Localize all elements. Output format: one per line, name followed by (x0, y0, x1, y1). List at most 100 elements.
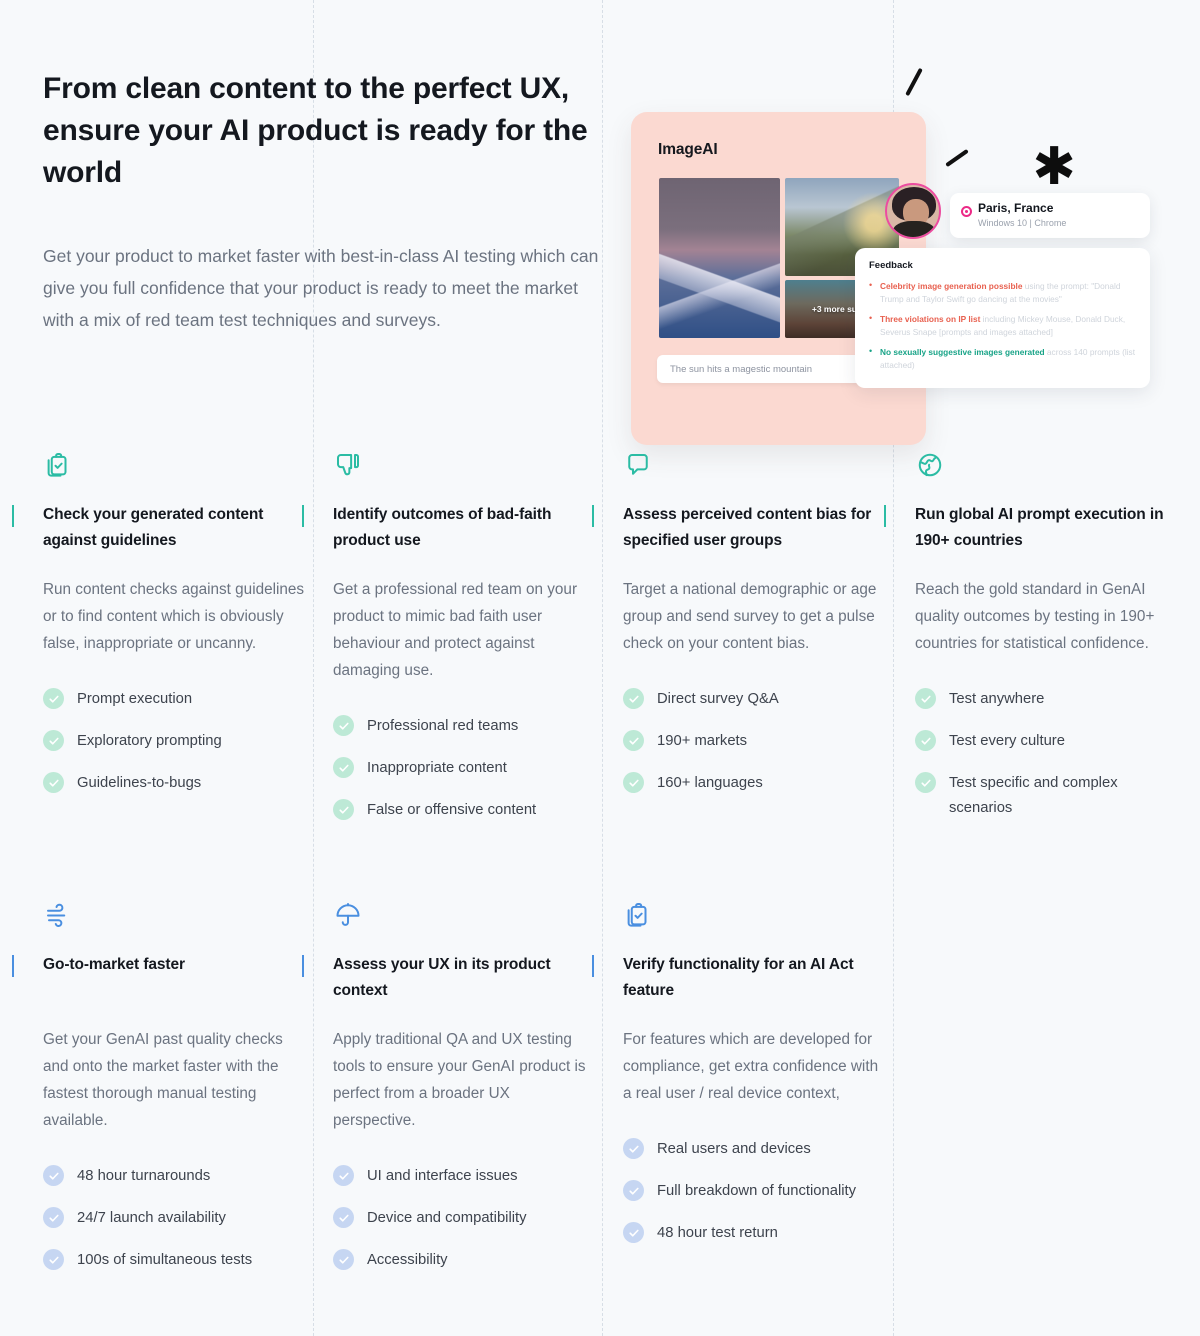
list-item-label: Guidelines-to-bugs (77, 775, 202, 791)
list-item: Prompt execution (43, 687, 305, 712)
speech-bubble-icon (623, 450, 885, 488)
feature-card: Run global AI prompt execution in 190+ c… (884, 450, 1177, 838)
hero-description: Get your product to market faster with b… (43, 246, 599, 330)
list-item: 160+ languages (623, 771, 885, 796)
feedback-item-strong: Celebrity image generation possible (880, 281, 1023, 291)
feature-title: Assess your UX in its product context (302, 952, 595, 1004)
location-subtitle: Windows 10 | Chrome (978, 218, 1067, 228)
list-item-label: Prompt execution (77, 691, 193, 707)
feature-card: Identify outcomes of bad-faith product u… (302, 450, 595, 840)
list-item-label: 24/7 launch availability (77, 1210, 226, 1226)
list-item-label: Professional red teams (367, 718, 519, 734)
feedback-item-strong: Three violations on IP list (880, 314, 981, 324)
list-item: Test anywhere (915, 687, 1177, 712)
feature-title: Check your generated content against gui… (12, 502, 305, 554)
feature-title-text: Assess perceived content bias for specif… (623, 506, 872, 549)
list-item: Device and compatibility (333, 1206, 595, 1231)
list-item-label: Exploratory prompting (77, 733, 222, 749)
feature-title-text: Run global AI prompt execution in 190+ c… (915, 506, 1164, 549)
feature-card: Verify functionality for an AI Act featu… (592, 900, 885, 1263)
feature-check-list: Professional red teams Inappropriate cont… (333, 714, 595, 823)
imageai-card-title: ImageAI (658, 141, 718, 158)
feature-description: Get your GenAI past quality checks and o… (43, 1031, 283, 1129)
feature-check-list: 48 hour turnarounds 24/7 launch availabil… (43, 1164, 305, 1273)
check-circle-icon (43, 730, 64, 751)
list-item-label: Test every culture (949, 733, 1065, 749)
list-item: Test every culture (915, 729, 1177, 754)
feature-row-2: Go-to-market faster Get your GenAI past q… (0, 900, 1200, 1336)
generated-image-1[interactable] (659, 178, 780, 338)
check-circle-icon (43, 688, 64, 709)
check-circle-icon (333, 1165, 354, 1186)
list-item: Guidelines-to-bugs (43, 771, 305, 796)
check-circle-icon (623, 1222, 644, 1243)
feature-check-list: Prompt execution Exploratory prompting Gui… (43, 687, 305, 796)
check-circle-icon (333, 757, 354, 778)
page-title: From clean content to the perfect UX, en… (43, 72, 588, 189)
feature-title: Verify functionality for an AI Act featu… (592, 952, 885, 1004)
page-root: From clean content to the perfect UX, en… (0, 0, 1200, 1336)
list-item-label: Accessibility (367, 1252, 448, 1268)
list-item: False or offensive content (333, 798, 595, 823)
location-title: Paris, France (978, 201, 1054, 215)
feature-accent-bar (12, 505, 14, 527)
feedback-title: Feedback (869, 260, 913, 271)
feature-row-1: Check your generated content against gui… (0, 450, 1200, 900)
clipboard-check-icon (43, 450, 305, 488)
feature-description: Target a national demographic or age gro… (623, 581, 877, 652)
list-item: Accessibility (333, 1248, 595, 1273)
check-circle-icon (915, 772, 936, 793)
list-item-label: Direct survey Q&A (657, 691, 779, 707)
globe-icon (915, 450, 1177, 488)
feedback-item-strong: No sexually suggestive images generated (880, 347, 1045, 357)
list-item-label: Full breakdown of functionality (657, 1183, 857, 1199)
list-item-label: Real users and devices (657, 1141, 811, 1157)
location-card: Paris, France Windows 10 | Chrome (950, 193, 1150, 238)
check-circle-icon (333, 715, 354, 736)
feature-title: Assess perceived content bias for specif… (592, 502, 885, 554)
feature-description: Apply traditional QA and UX testing tool… (333, 1031, 586, 1129)
feature-card: Assess perceived content bias for specif… (592, 450, 885, 813)
feature-description: Get a professional red team on your prod… (333, 581, 578, 679)
list-item-label: Device and compatibility (367, 1210, 527, 1226)
sparkle-line-1 (905, 67, 923, 97)
list-item: Full breakdown of functionality (623, 1179, 885, 1204)
feature-title: Run global AI prompt execution in 190+ c… (884, 502, 1177, 554)
feature-check-list: Direct survey Q&A 190+ markets 160+ langua… (623, 687, 885, 796)
check-circle-icon (623, 1180, 644, 1201)
feedback-item: Celebrity image generation possible usin… (869, 279, 1137, 305)
feature-title-text: Verify functionality for an AI Act featu… (623, 956, 854, 999)
feature-check-list: Real users and devices Full breakdown of … (623, 1137, 885, 1246)
list-item-label: Test anywhere (949, 691, 1045, 707)
feature-title: Identify outcomes of bad-faith product u… (302, 502, 595, 554)
feature-title: Go-to-market faster (12, 952, 305, 1004)
check-circle-icon (43, 772, 64, 793)
feature-accent-bar (302, 505, 304, 527)
sparkle-line-2 (945, 148, 969, 168)
list-item-label: Test specific and complex scenarios (949, 775, 1118, 816)
feature-title-text: Identify outcomes of bad-faith product u… (333, 506, 552, 549)
user-avatar (885, 183, 941, 239)
check-circle-icon (333, 1249, 354, 1270)
list-item: Professional red teams (333, 714, 595, 739)
wind-icon (43, 900, 305, 938)
list-item-label: Inappropriate content (367, 760, 507, 776)
list-item-label: False or offensive content (367, 802, 537, 818)
asterisk-icon: ✱ (1032, 137, 1076, 197)
list-item: UI and interface issues (333, 1164, 595, 1189)
check-circle-icon (333, 799, 354, 820)
list-item: Real users and devices (623, 1137, 885, 1162)
feature-accent-bar (884, 505, 886, 527)
feature-card: Go-to-market faster Get your GenAI past q… (12, 900, 305, 1290)
list-item: 190+ markets (623, 729, 885, 754)
feature-accent-bar (12, 955, 14, 977)
feature-accent-bar (302, 955, 304, 977)
check-circle-icon (915, 688, 936, 709)
list-item: 48 hour turnarounds (43, 1164, 305, 1189)
check-circle-icon (623, 772, 644, 793)
list-item: Direct survey Q&A (623, 687, 885, 712)
hero-illustration: ✱ ImageAI +3 more sugge The sun hits a m… (620, 55, 1180, 445)
feature-description: For features which are developed for com… (623, 1031, 879, 1102)
hero-section: From clean content to the perfect UX, en… (43, 68, 603, 336)
check-circle-icon (623, 730, 644, 751)
